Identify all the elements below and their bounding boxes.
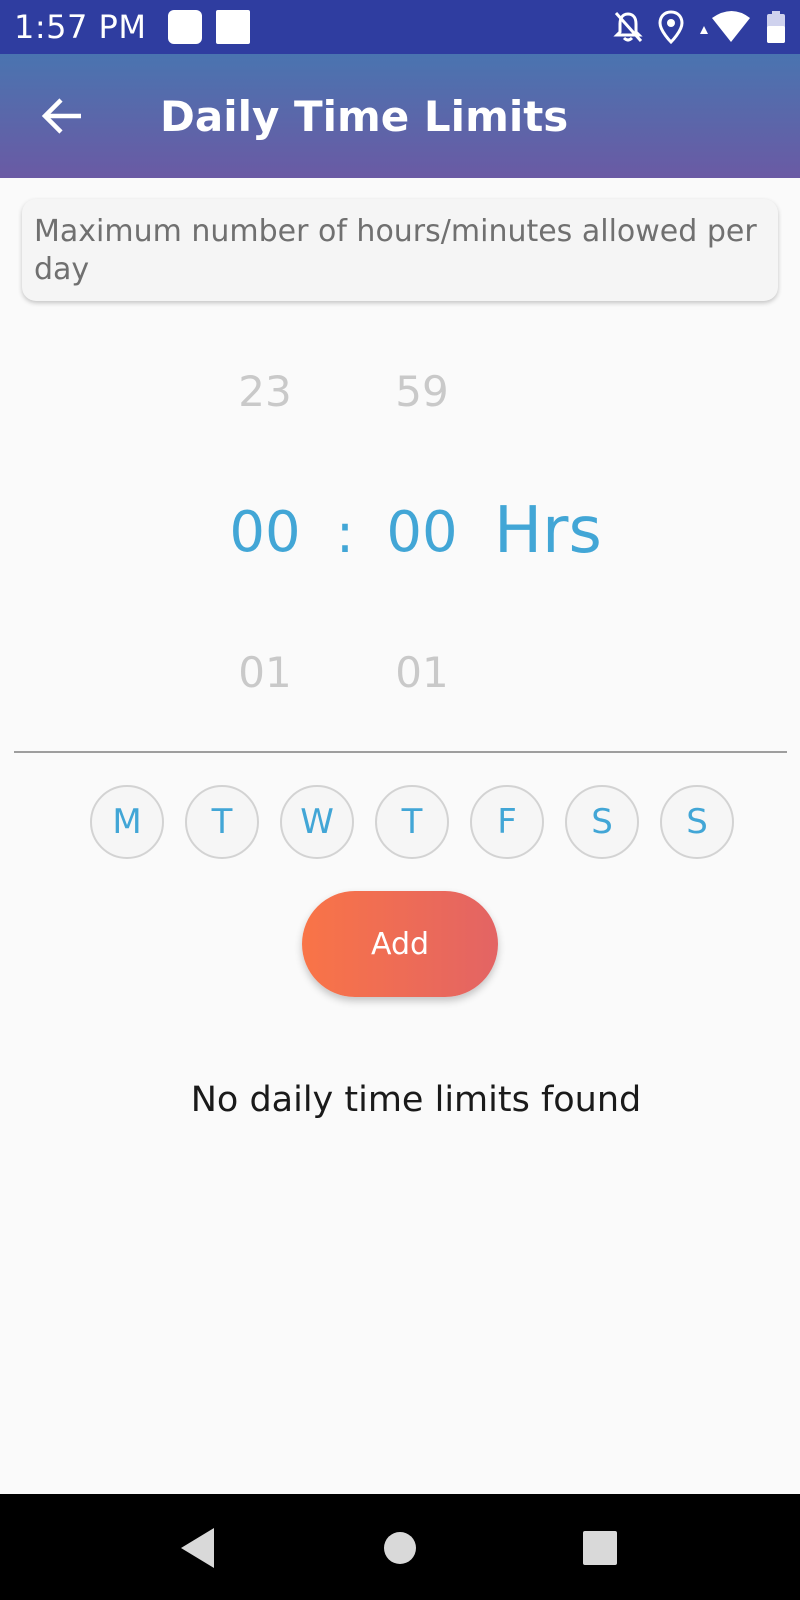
navigation-bar (0, 1494, 800, 1600)
status-icons (612, 10, 786, 44)
status-time: 1:57 PM (14, 8, 147, 46)
wifi-icon (700, 11, 750, 42)
arrow-left-icon (41, 98, 81, 134)
app-bar: Daily Time Limits (0, 54, 800, 178)
app-notification-icon (168, 10, 203, 44)
day-thursday-toggle[interactable]: T (375, 785, 449, 859)
time-unit-label: Hrs (494, 494, 602, 568)
status-bar: 1:57 PM (0, 0, 800, 54)
empty-state-message: No daily time limits found (190, 1080, 642, 1120)
page-title: Daily Time Limits (160, 91, 569, 141)
back-triangle-icon (181, 1528, 214, 1568)
notifications-off-icon (613, 12, 643, 42)
add-button[interactable]: Add (302, 891, 498, 997)
back-button[interactable] (0, 54, 124, 178)
divider (14, 751, 787, 753)
minutes-selected-value[interactable]: 00 (362, 500, 482, 565)
nav-home-button[interactable] (370, 1518, 430, 1578)
day-friday-toggle[interactable]: F (470, 785, 544, 859)
battery-icon (767, 11, 785, 43)
minutes-next-value[interactable]: 01 (362, 648, 482, 697)
day-selector: M T W T F S S (90, 785, 734, 859)
description-card: Maximum number of hours/minutes allowed … (22, 199, 778, 301)
nav-recents-button[interactable] (570, 1518, 630, 1578)
day-wednesday-toggle[interactable]: W (280, 785, 354, 859)
day-monday-toggle[interactable]: M (90, 785, 164, 859)
hours-next-value[interactable]: 01 (205, 648, 325, 697)
recents-square-icon (583, 1531, 617, 1565)
hours-selected-value[interactable]: 00 (205, 500, 325, 565)
nav-back-button[interactable] (168, 1518, 228, 1578)
app-notification-icon (216, 10, 251, 44)
day-saturday-toggle[interactable]: S (565, 785, 639, 859)
home-circle-icon (384, 1532, 416, 1564)
hours-prev-value[interactable]: 23 (205, 367, 325, 416)
location-icon (658, 10, 684, 44)
day-tuesday-toggle[interactable]: T (185, 785, 259, 859)
day-sunday-toggle[interactable]: S (660, 785, 734, 859)
screen: 1:57 PM Daily Time Limits Maximum number… (0, 0, 800, 1600)
minutes-prev-value[interactable]: 59 (362, 367, 482, 416)
